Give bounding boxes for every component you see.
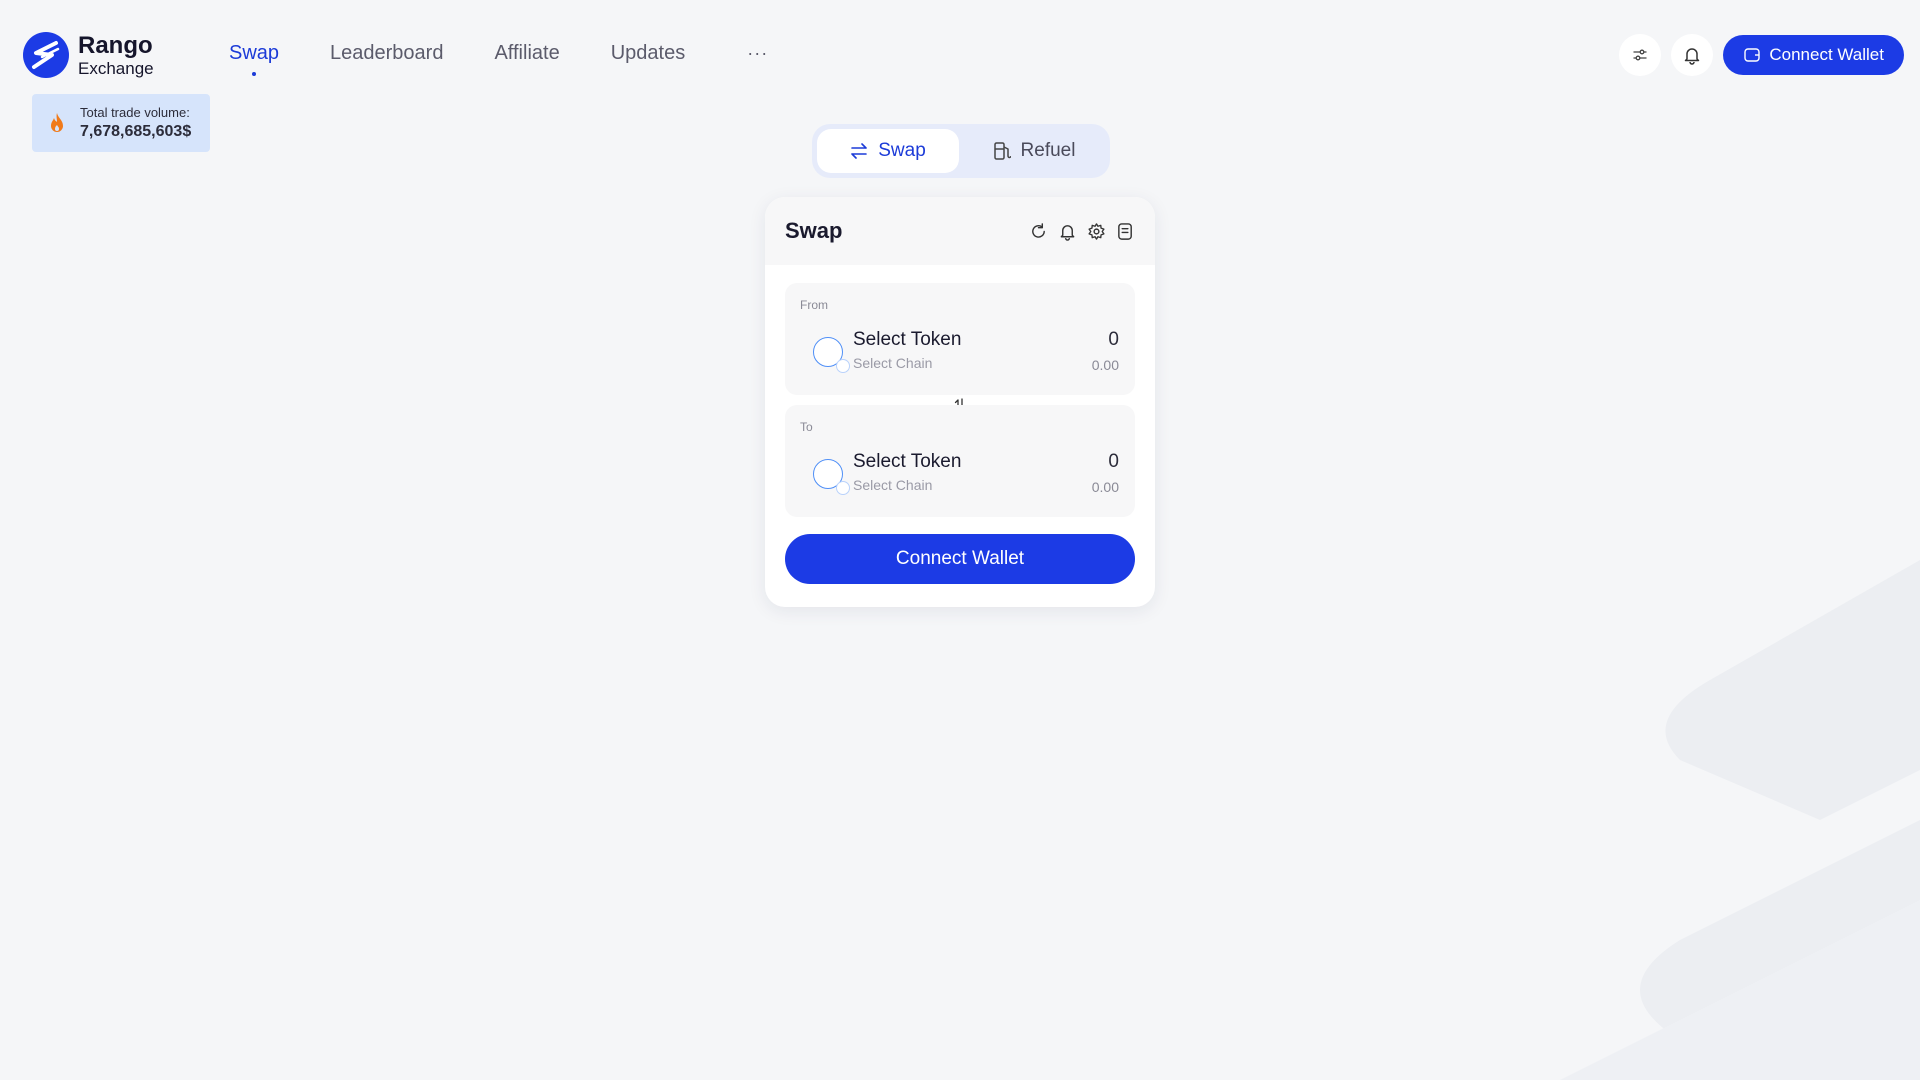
refresh-icon[interactable] [1029,222,1048,241]
top-header: Rango Exchange Swap Leaderboard Affiliat… [0,0,1920,110]
swap-card-tools [1019,222,1135,241]
from-amount-input[interactable]: 0 [1108,329,1119,351]
to-panel[interactable]: To Select Token Select Chain 0 0.00 [785,405,1135,517]
to-label: To [800,420,813,434]
tab-refuel-label: Refuel [1020,140,1076,161]
swap-card-title: Swap [785,218,843,243]
header-actions: Connect Wallet [1609,34,1904,76]
tab-swap-label: Swap [878,140,926,161]
from-label: From [800,298,828,312]
tab-swap[interactable]: Swap [817,129,959,173]
from-select-chain: Select Chain [853,355,933,371]
bell-icon[interactable] [1671,34,1714,76]
wallet-icon [1744,48,1761,62]
from-usd-value: 0.00 [1091,357,1119,373]
nav-item-affiliate[interactable]: Affiliate [494,42,559,65]
trade-volume-value: 7,678,685,603$ [80,123,192,140]
background-logo-watermark [1560,560,1920,1080]
to-amount-value: 0 [1108,451,1119,472]
to-usd-value: 0.00 [1091,479,1119,495]
chain-placeholder-icon [836,481,850,495]
rango-logo[interactable]: Rango Exchange [22,31,154,79]
header-connect-wallet-label: Connect Wallet [1769,45,1884,64]
fire-icon [51,113,63,132]
swap-arrows-icon [851,143,868,159]
bell-icon[interactable] [1058,222,1077,241]
total-trade-volume: Total trade volume: 7,678,685,603$ [32,94,210,152]
swap-card: Swap From Select Token Select Chain 0 0.… [765,197,1155,607]
gas-pump-icon [993,142,1011,160]
nav-item-leaderboard[interactable]: Leaderboard [330,42,443,65]
rango-logo-icon [23,32,69,78]
tab-refuel[interactable]: Refuel [963,129,1105,173]
brand-sub: Exchange [78,58,154,78]
header-connect-wallet-button[interactable]: Connect Wallet [1723,35,1904,75]
from-select-token[interactable]: Select Token [853,329,961,351]
mode-tabs: Swap Refuel [812,124,1110,178]
brand-name: Rango [78,31,153,59]
chain-placeholder-icon [836,359,850,373]
gear-icon[interactable] [1087,222,1106,241]
trade-volume-label: Total trade volume: [80,105,190,120]
from-panel[interactable]: From Select Token Select Chain 0 0.00 [785,283,1135,395]
to-select-token[interactable]: Select Token [853,451,961,473]
nav-item-swap[interactable]: Swap [229,42,279,76]
to-select-chain: Select Chain [853,477,933,493]
more-menu-icon[interactable]: ··· [747,43,768,64]
connect-wallet-button[interactable]: Connect Wallet [785,534,1135,584]
swap-card-header: Swap [765,197,1155,265]
main-nav: Swap Leaderboard Affiliate Updates ··· [229,42,768,76]
history-icon[interactable] [1116,222,1135,241]
sliders-icon[interactable] [1619,34,1662,76]
nav-item-updates[interactable]: Updates [611,42,686,65]
